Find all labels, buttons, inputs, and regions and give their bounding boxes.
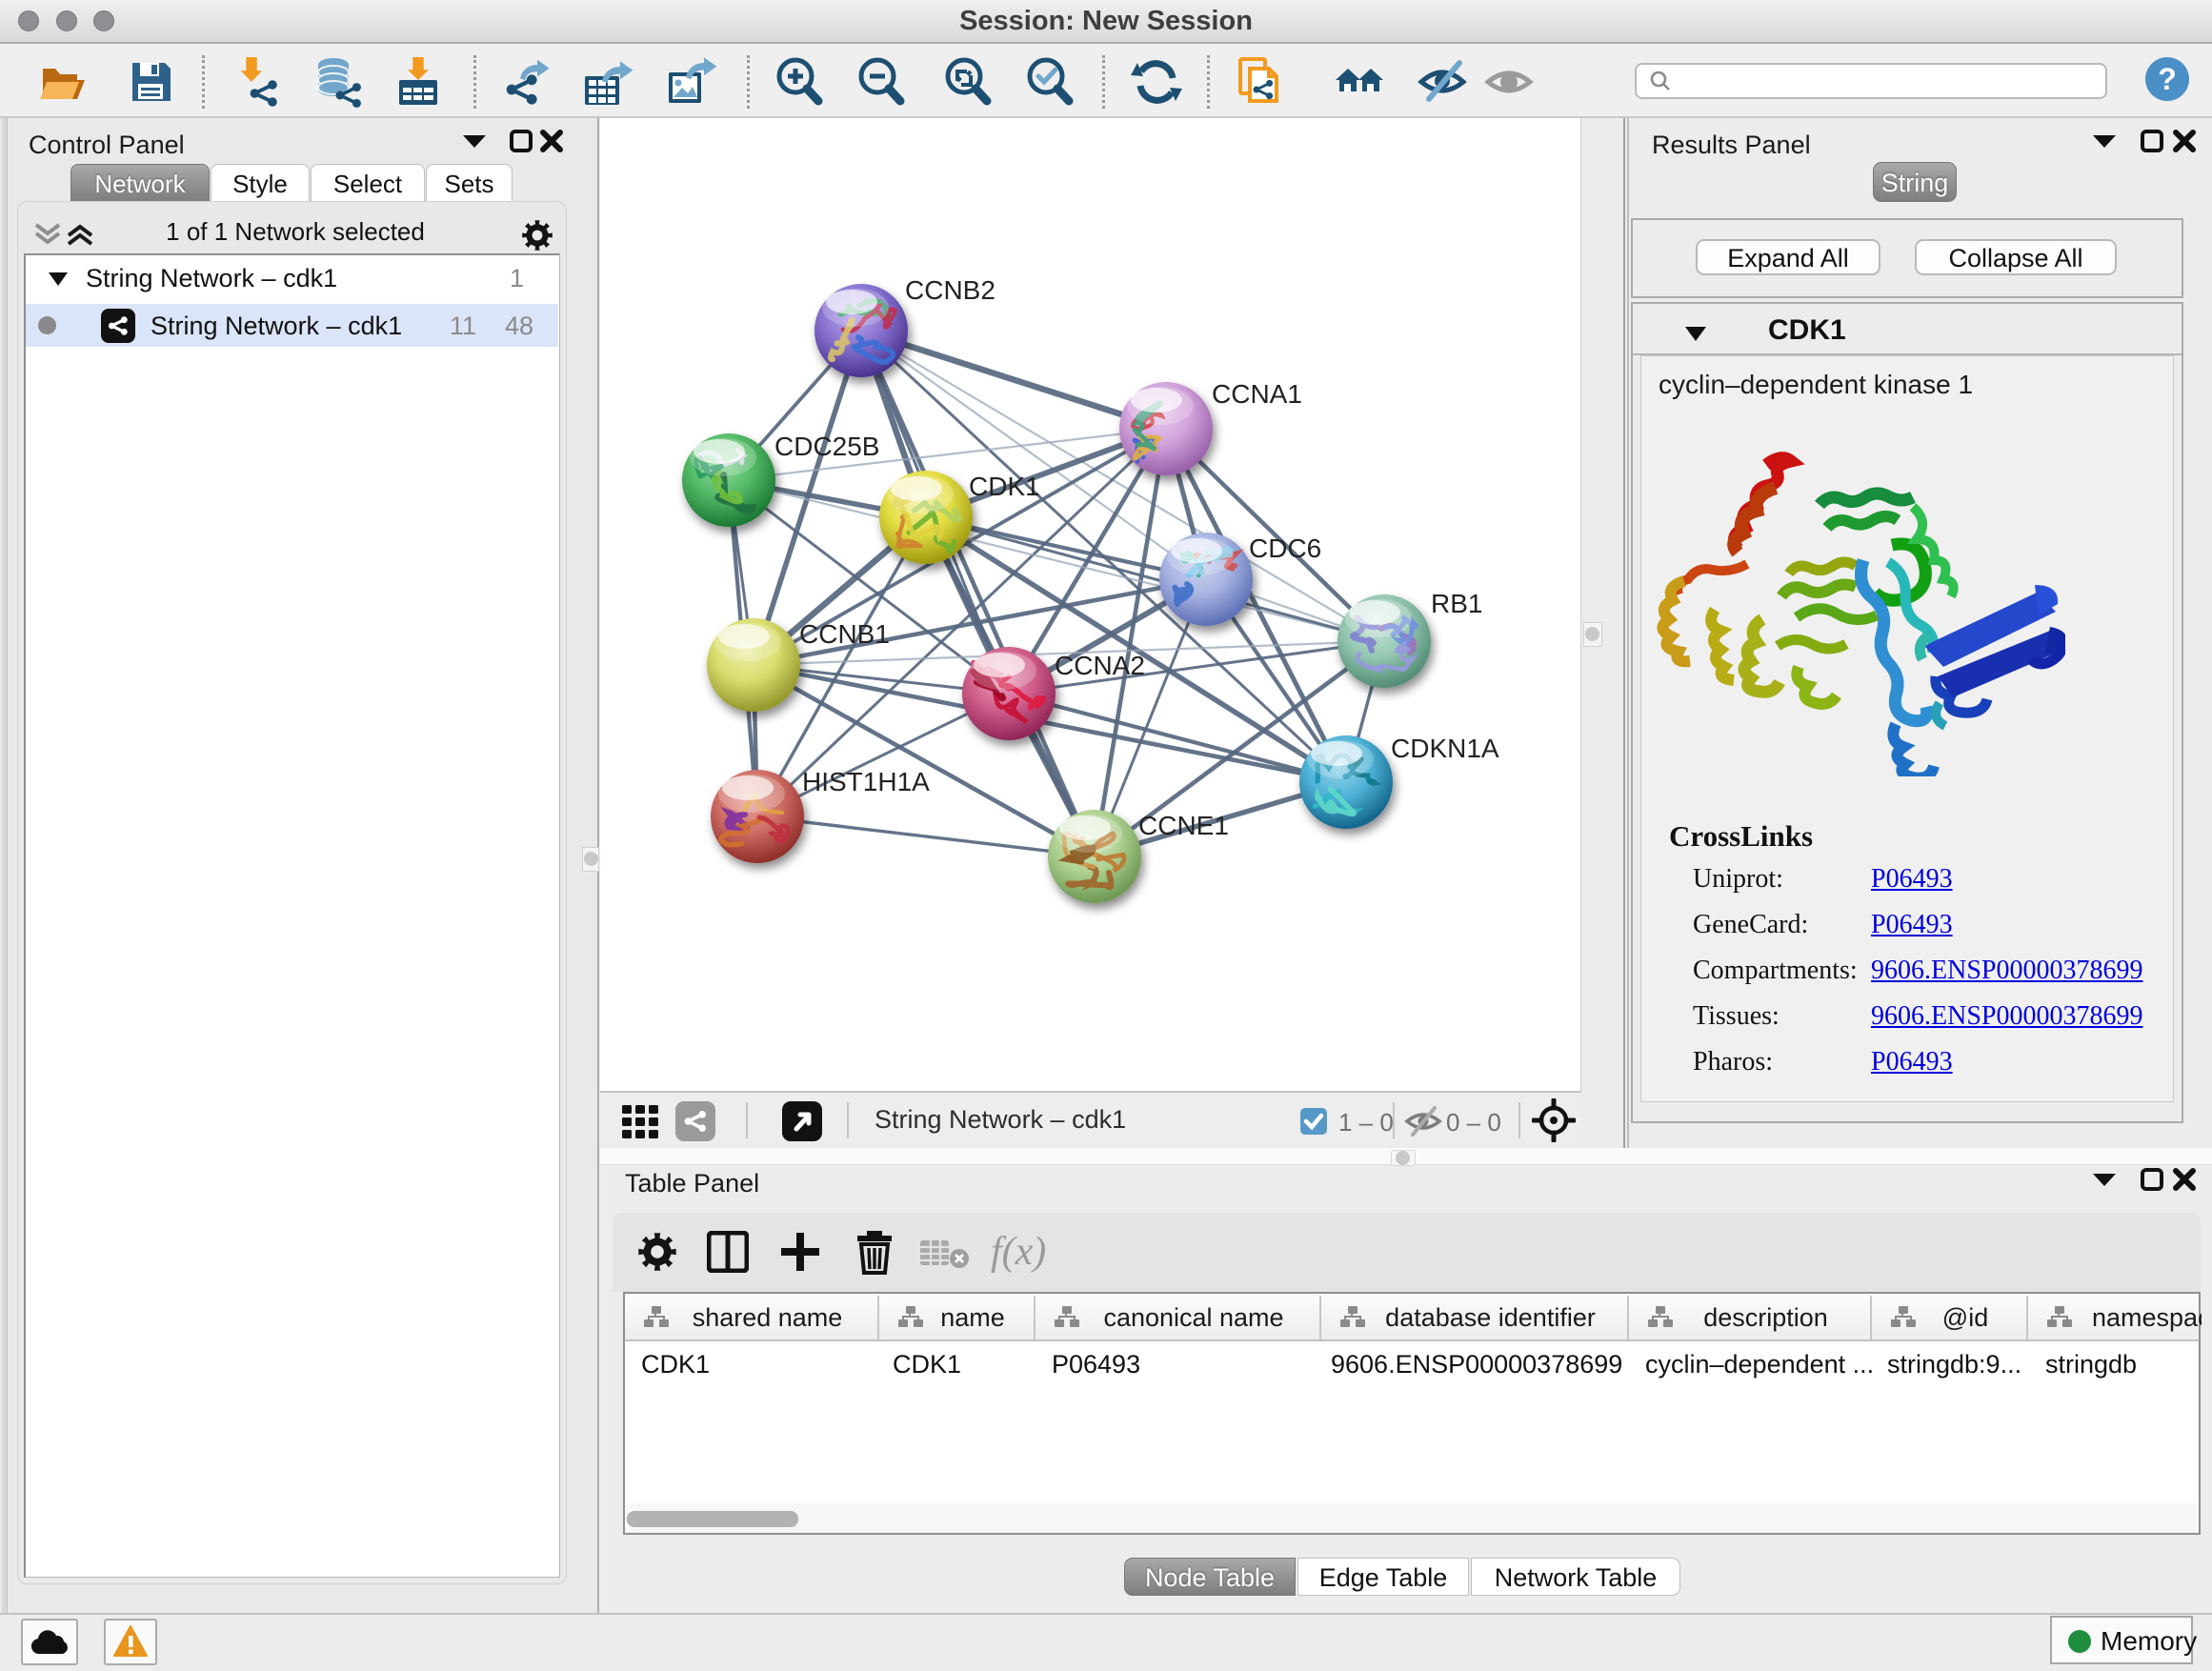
svg-text:CCNA1: CCNA1 [1212, 379, 1302, 409]
svg-text:RB1: RB1 [1431, 589, 1482, 618]
svg-text:CCNA2: CCNA2 [1055, 651, 1145, 680]
svg-text:HIST1H1A: HIST1H1A [802, 767, 930, 796]
svg-text:CDC6: CDC6 [1249, 534, 1321, 563]
svg-text:CCNE1: CCNE1 [1138, 811, 1229, 840]
svg-text:CCNB2: CCNB2 [905, 275, 995, 305]
svg-text:CDKN1A: CDKN1A [1391, 734, 1499, 763]
svg-text:CDK1: CDK1 [969, 472, 1040, 501]
svg-text:CCNB1: CCNB1 [799, 619, 890, 649]
svg-text:CDC25B: CDC25B [774, 432, 879, 461]
